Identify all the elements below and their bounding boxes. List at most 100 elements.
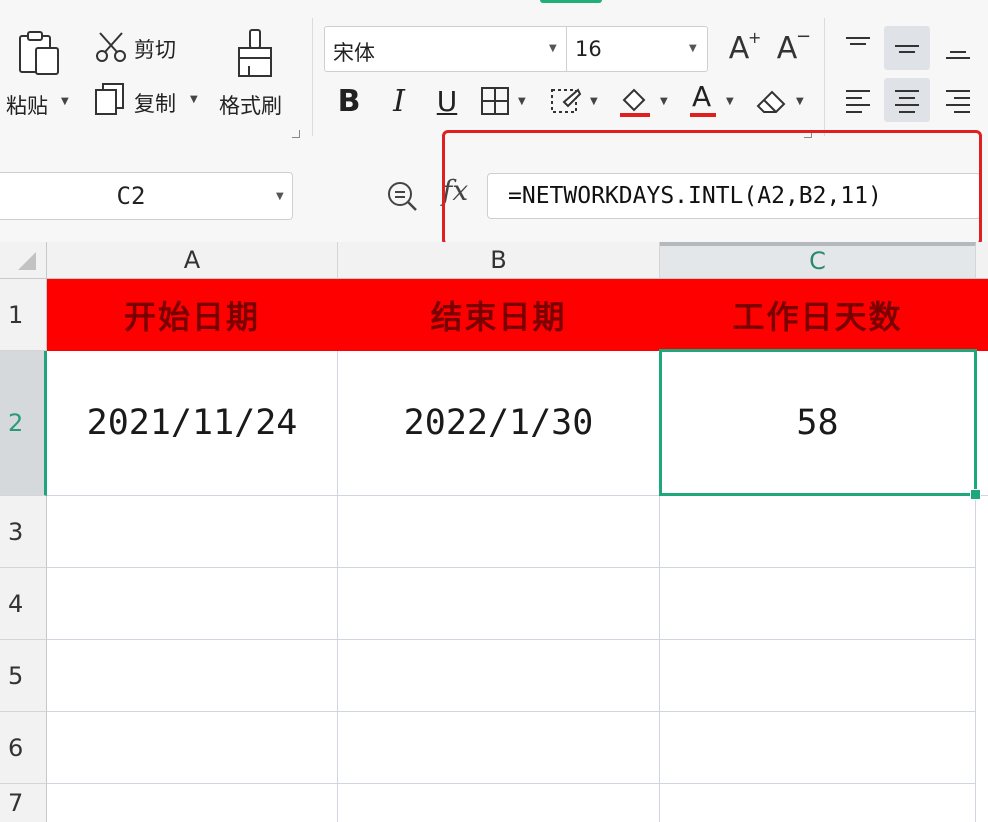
cell-b5[interactable] [338, 640, 660, 712]
cell-c4[interactable] [660, 568, 976, 640]
increase-font-button[interactable]: A + [718, 26, 762, 70]
row-header-7[interactable]: 7 [0, 784, 47, 822]
active-tab-indicator [540, 0, 602, 3]
fill-bucket-icon [620, 88, 650, 117]
paste-label: 粘贴 [6, 94, 48, 118]
align-center-button[interactable] [884, 78, 930, 122]
cell-b6[interactable] [338, 712, 660, 784]
fill-color-button[interactable]: ▼ [616, 82, 674, 122]
ribbon-toolbar [0, 0, 988, 150]
ribbon-divider [312, 18, 313, 136]
borders-button[interactable]: ▼ [478, 82, 536, 122]
row-header-1[interactable]: 1 [0, 279, 47, 351]
column-header-d[interactable] [976, 242, 988, 279]
align-left-button[interactable] [836, 78, 880, 122]
font-color-button[interactable]: A ▼ [686, 80, 740, 122]
copy-dropdown-icon: ▼ [190, 94, 198, 105]
cell-a3[interactable] [47, 496, 338, 568]
underline-button[interactable]: U [428, 80, 466, 122]
cell-b2[interactable]: 2022/1/30 [338, 351, 660, 496]
cell-a6[interactable] [47, 712, 338, 784]
cut-button[interactable]: 剪切 [92, 28, 192, 68]
cell-style-button[interactable]: ▼ [548, 82, 604, 122]
font-color-swatch [690, 113, 716, 117]
eraser-icon [756, 90, 786, 113]
font-name-dropdown-icon: ▼ [549, 43, 557, 54]
cell-a4[interactable] [47, 568, 338, 640]
zoom-formula-button[interactable] [382, 176, 422, 216]
cell-c6[interactable] [660, 712, 976, 784]
align-center-icon [895, 90, 919, 113]
cell-b3[interactable] [338, 496, 660, 568]
ribbon-divider-2 [824, 18, 825, 136]
cell-b1[interactable]: 结束日期 [338, 279, 660, 351]
align-bottom-button[interactable] [936, 26, 980, 70]
cell-c3[interactable] [660, 496, 976, 568]
font-name-select[interactable]: 宋体 ▼ [324, 26, 568, 72]
active-cell-selection [659, 349, 977, 496]
align-bottom-icon [946, 51, 970, 59]
format-painter-label: 格式刷 [219, 94, 282, 118]
font-size-value: 16 [575, 37, 602, 61]
paste-icon [19, 31, 59, 75]
fill-color-dropdown-icon: ▼ [660, 96, 668, 107]
paste-button[interactable]: 粘贴 ▼ [0, 22, 75, 122]
align-left-icon [846, 90, 870, 113]
name-box-value: C2 [116, 182, 146, 210]
cell-c7[interactable] [660, 784, 976, 822]
row-header-2[interactable]: 2 [0, 351, 47, 496]
underline-icon: U [436, 84, 458, 118]
align-right-button[interactable] [936, 78, 980, 122]
align-right-icon [946, 90, 970, 113]
align-top-button[interactable] [836, 26, 880, 70]
clear-format-dropdown-icon: ▼ [796, 96, 804, 107]
decrease-font-button[interactable]: A − [766, 26, 812, 70]
column-header-b[interactable]: B [338, 242, 660, 279]
align-middle-button[interactable] [884, 26, 930, 70]
font-name-value: 宋体 [333, 41, 375, 65]
cell-a5[interactable] [47, 640, 338, 712]
copy-label: 复制 [134, 92, 176, 116]
cell-c1[interactable]: 工作日天数 [660, 279, 976, 351]
paste-dropdown-icon: ▼ [61, 96, 69, 107]
clipboard-group-launcher[interactable] [292, 130, 300, 138]
borders-icon [481, 87, 509, 115]
cell-a7[interactable] [47, 784, 338, 822]
increase-font-icon: A [728, 30, 750, 66]
cell-a1[interactable]: 开始日期 [47, 279, 338, 351]
copy-icon [95, 83, 124, 115]
name-box-dropdown-icon: ▼ [276, 191, 284, 202]
row-header-4[interactable]: 4 [0, 568, 47, 640]
cut-label: 剪切 [134, 38, 176, 62]
row-header-3[interactable]: 3 [0, 496, 47, 568]
zoom-icon [388, 182, 417, 211]
format-painter-icon [238, 29, 272, 77]
column-header-c[interactable]: C [660, 242, 976, 279]
cell-b7[interactable] [338, 784, 660, 822]
fill-handle[interactable] [970, 489, 981, 500]
column-header-a[interactable]: A [47, 242, 338, 279]
bold-icon: B [337, 83, 361, 119]
italic-button[interactable]: I [380, 80, 418, 122]
cell-b4[interactable] [338, 568, 660, 640]
borders-dropdown-icon: ▼ [518, 96, 526, 107]
font-size-dropdown-icon: ▼ [689, 43, 697, 54]
cell-style-icon [551, 88, 582, 113]
scissors-icon [96, 32, 126, 62]
font-size-select[interactable]: 16 ▼ [566, 26, 708, 72]
cell-a2[interactable]: 2021/11/24 [47, 351, 338, 496]
minus-icon: − [796, 26, 812, 47]
bold-button[interactable]: B [330, 80, 368, 122]
format-painter-button[interactable]: 格式刷 [215, 22, 295, 122]
select-all-corner[interactable] [0, 242, 47, 279]
copy-button[interactable]: 复制 ▼ [92, 82, 204, 122]
cell-d2[interactable] [976, 351, 988, 496]
formula-highlight-box [442, 130, 982, 246]
cell-d1[interactable] [976, 279, 988, 351]
name-box[interactable]: C2 ▼ [0, 172, 293, 220]
italic-icon: I [393, 83, 405, 119]
cell-c5[interactable] [660, 640, 976, 712]
clear-format-button[interactable]: ▼ [752, 82, 808, 122]
row-header-6[interactable]: 6 [0, 712, 47, 784]
row-header-5[interactable]: 5 [0, 640, 47, 712]
